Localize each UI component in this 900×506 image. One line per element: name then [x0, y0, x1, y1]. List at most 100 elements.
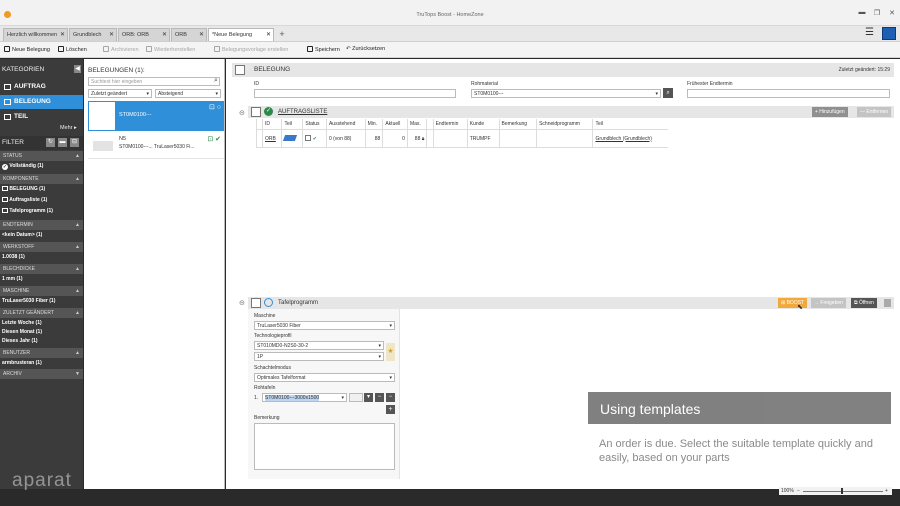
close-tab-icon[interactable]: ✕: [266, 29, 271, 41]
column-header[interactable]: Teil: [592, 119, 668, 130]
new-assignment-button[interactable]: Neue Belegung: [4, 46, 50, 53]
filter-item[interactable]: Auftragsliste (1): [2, 197, 47, 203]
material-select[interactable]: ST0M0100--- ▾: [471, 89, 661, 98]
filter-section-user[interactable]: BENUTZER ▲: [0, 348, 83, 358]
add-button[interactable]: + Hinzufügen: [812, 107, 848, 117]
filter-section-material[interactable]: WERKSTOFF ▲: [0, 242, 83, 252]
filter-item[interactable]: Diesen Monat (1): [2, 329, 42, 335]
sort-order-select[interactable]: Absteigend ▾: [155, 89, 221, 98]
id-field[interactable]: [254, 89, 456, 98]
star-icon[interactable]: ★: [386, 343, 395, 361]
create-template-button[interactable]: Belegungsvorlage erstellen: [214, 46, 288, 53]
technology-sub-select[interactable]: 1P ▾: [254, 352, 384, 361]
close-tab-icon[interactable]: ✕: [199, 29, 204, 41]
close-tab-icon[interactable]: ✕: [162, 29, 167, 41]
column-header[interactable]: Schneidprogramm: [536, 119, 593, 130]
delete-button[interactable]: Löschen: [58, 46, 87, 53]
refresh-icon[interactable]: ↻: [46, 138, 55, 147]
filter-section-component[interactable]: KOMPONENTE ▲: [0, 174, 83, 184]
homezone-icon[interactable]: [882, 27, 896, 40]
archive-button[interactable]: Archivieren: [103, 46, 139, 53]
technology-select[interactable]: ST010MD0-N2S0-30-2 ▾: [254, 341, 384, 350]
earliest-due-field[interactable]: [687, 89, 890, 98]
column-header[interactable]: Max.: [406, 119, 427, 130]
tab-orb-orb[interactable]: ORB: ORB ✕: [118, 28, 170, 41]
machine-select[interactable]: TruLaser5030 Fiber ▾: [254, 321, 395, 330]
collapse-section-icon[interactable]: ⊝: [239, 109, 245, 117]
column-header[interactable]: ID: [261, 119, 282, 130]
part-link[interactable]: Grundblech (Grundblech): [592, 129, 668, 148]
filter-item[interactable]: Dieses Jahr (1): [2, 338, 38, 344]
filter-section-due-date[interactable]: ENDTERMIN ▲: [0, 220, 83, 230]
filter-item[interactable]: 1 mm (1): [2, 276, 23, 282]
filter-item[interactable]: Tafelprogramm (1): [2, 208, 53, 214]
category-belegung[interactable]: BELEGUNG: [0, 95, 83, 109]
filter-item[interactable]: TruLaser5030 Fiber (1): [2, 298, 55, 304]
restore-icon[interactable]: ❐: [872, 9, 882, 17]
sort-field-select[interactable]: Zuletzt geändert ▾: [88, 89, 152, 98]
filter-item[interactable]: Letzte Woche (1): [2, 320, 42, 326]
column-header[interactable]: Status: [302, 119, 327, 130]
clear-filter-icon[interactable]: ⊟: [70, 138, 79, 147]
column-header[interactable]: Endtermin: [432, 119, 468, 130]
filter-section-machine[interactable]: MASCHINE ▲: [0, 286, 83, 296]
tab-welcome[interactable]: Herzlich willkommen ✕: [3, 28, 68, 41]
zoom-slider[interactable]: [803, 491, 883, 492]
close-tab-icon[interactable]: ✕: [60, 29, 65, 41]
material-search-icon[interactable]: ⌕: [663, 88, 673, 98]
filter-section-thickness[interactable]: BLECHDICKE ▲: [0, 264, 83, 274]
search-icon[interactable]: ⌕: [214, 77, 218, 85]
category-auftrag[interactable]: AUFTRAG: [0, 80, 83, 94]
list-item[interactable]: N5 ST0M0100---... TruLaser5030 Fi... ⊡ ✔: [88, 133, 224, 159]
column-header[interactable]: Min.: [364, 119, 383, 130]
order-id-link[interactable]: ORB: [261, 129, 282, 148]
column-header[interactable]: Ausstehend: [325, 119, 366, 130]
filter-section-status[interactable]: STATUS ▲: [0, 151, 83, 161]
category-teil[interactable]: TEIL: [0, 110, 83, 124]
zoom-out-icon[interactable]: −: [797, 488, 800, 494]
table-row[interactable]: ORB ✔ 0 (von 88) 88 0 88 🔒︎ TRUMPF Grund…: [256, 129, 668, 148]
filter-item[interactable]: <kein Datum> (1): [2, 232, 42, 238]
collapse-icon[interactable]: ◀: [74, 65, 81, 73]
raw-sheet-select[interactable]: ST0M0100---3000x1500 ▾: [262, 393, 347, 402]
undo-button[interactable]: ↶ Zurücksetzen: [346, 46, 385, 52]
filter-item[interactable]: ✓ Vollständig (1): [2, 163, 43, 170]
filter-item[interactable]: 1.0038 (1): [2, 254, 25, 260]
zoom-slider-handle[interactable]: [841, 488, 843, 494]
minus-icon[interactable]: −: [386, 393, 395, 402]
minus-icon[interactable]: −: [375, 393, 384, 402]
chevron-down-icon[interactable]: ▾: [364, 393, 373, 402]
save-button[interactable]: Speichern: [307, 46, 340, 53]
minimize-icon[interactable]: ▬: [857, 9, 867, 16]
filter-item[interactable]: BELEGUNG (1): [2, 186, 45, 192]
remove-button[interactable]: — Entfernen: [857, 107, 892, 117]
column-header[interactable]: Aktuell: [382, 119, 408, 130]
close-tab-icon[interactable]: ✕: [109, 29, 114, 41]
filter-section-last-changed[interactable]: ZULETZT GEÄNDERT ▲: [0, 308, 83, 318]
close-window-icon[interactable]: ✕: [887, 9, 897, 17]
trash-icon[interactable]: [884, 299, 891, 307]
section-title[interactable]: AUFTRAGSLISTE: [278, 109, 327, 115]
sheet-count-field[interactable]: [349, 393, 363, 402]
tab-orb[interactable]: ORB ✕: [171, 28, 207, 41]
hamburger-menu-icon[interactable]: ☰: [865, 27, 874, 38]
tab-new-assignment[interactable]: *Neue Belegung ✕: [208, 28, 274, 41]
add-tab-icon[interactable]: +: [277, 29, 287, 40]
filter-item[interactable]: armbrusteran (1): [2, 360, 42, 366]
release-button[interactable]: → Freigeben: [811, 298, 846, 308]
more-link[interactable]: Mehr ▸: [60, 125, 77, 131]
restore-button[interactable]: Wiederherstellen: [146, 46, 195, 53]
list-item[interactable]: ST0M0100--- ⊡ ○: [88, 101, 224, 131]
collapse-section-icon[interactable]: ⊝: [239, 299, 245, 307]
remark-textarea[interactable]: [254, 423, 395, 470]
search-input[interactable]: Suchtext hier eingeben: [88, 77, 220, 86]
column-header[interactable]: Kunde: [466, 119, 499, 130]
plus-icon[interactable]: +: [386, 405, 395, 414]
column-header[interactable]: Bemerkung: [498, 119, 537, 130]
nesting-mode-select[interactable]: Optimales Tafelformat ▾: [254, 373, 395, 382]
open-button[interactable]: ⧉ Öffnen: [851, 298, 877, 308]
filter-section-archive[interactable]: ARCHIV ▼: [0, 369, 83, 379]
collapse-all-icon[interactable]: ▬: [58, 138, 67, 147]
tab-grundblech[interactable]: Grundblech ✕: [69, 28, 117, 41]
zoom-in-icon[interactable]: +: [885, 488, 888, 494]
